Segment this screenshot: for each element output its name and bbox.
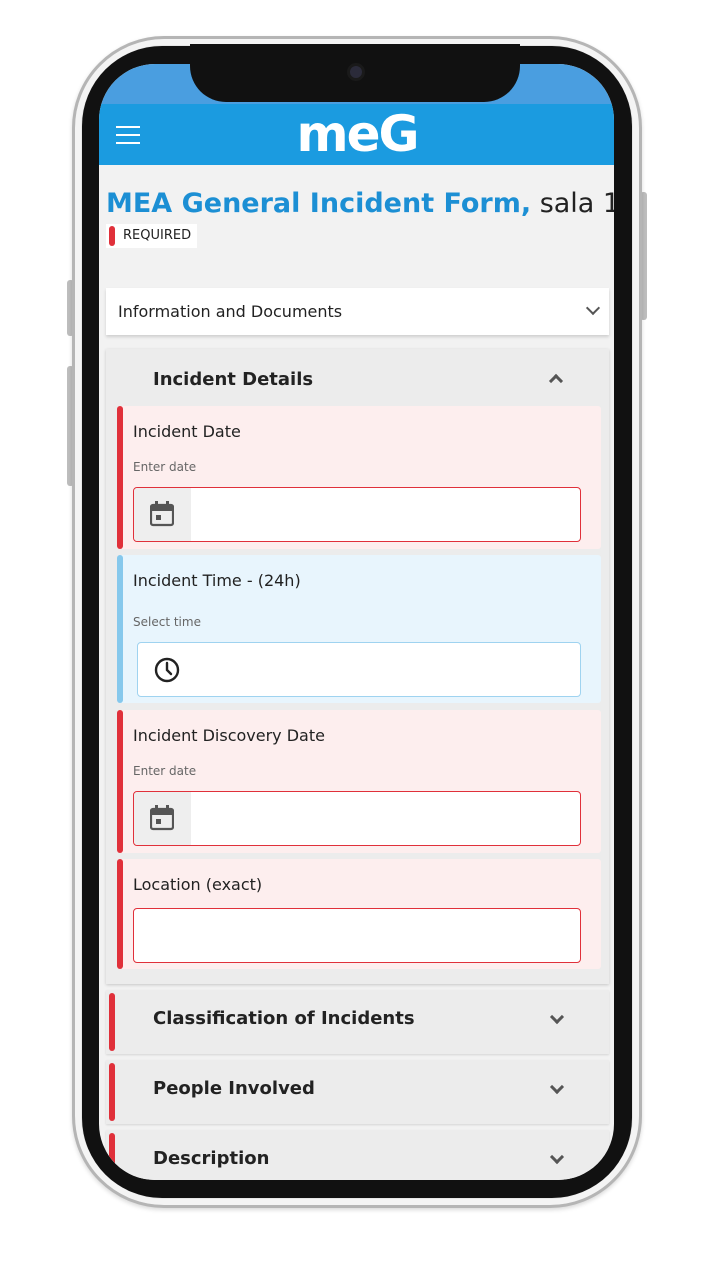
meg-logo: meG [296, 105, 419, 163]
chevron-down-icon [549, 1009, 565, 1025]
incident-discovery-date-input[interactable] [133, 791, 581, 846]
chevron-down-icon [585, 300, 601, 316]
required-stripe [117, 859, 123, 969]
classification-of-incidents-label: Classification of Incidents [153, 1008, 415, 1029]
required-stripe [109, 1063, 115, 1121]
required-stripe [109, 993, 115, 1051]
description-label: Description [153, 1148, 270, 1169]
clock-icon[interactable] [154, 657, 180, 683]
required-legend: REQUIRED [106, 224, 198, 248]
optional-stripe [117, 555, 123, 703]
incident-time-input[interactable] [137, 642, 581, 697]
incident-time-hint: Select time [133, 615, 201, 629]
people-involved-section[interactable]: People Involved [106, 1060, 609, 1124]
incident-time-field: Incident Time - (24h) Select time [117, 555, 601, 703]
incident-discovery-date-hint: Enter date [133, 764, 197, 778]
incident-date-hint: Enter date [133, 460, 197, 474]
location-label: Location (exact) [133, 875, 263, 894]
incident-details-title[interactable]: Incident Details [153, 369, 313, 390]
description-section[interactable]: Description [106, 1130, 609, 1180]
location-field: Location (exact) [117, 859, 601, 969]
chevron-down-icon [549, 1149, 565, 1165]
front-camera [347, 63, 365, 81]
form-subtitle: sala 1 [531, 188, 614, 219]
required-label: REQUIRED [123, 228, 192, 243]
form-title: MEA General Incident Form, [106, 188, 532, 219]
information-documents-label: Information and Documents [118, 302, 343, 321]
hamburger-menu-icon[interactable] [116, 126, 140, 144]
phone-screen: meG MEA General Incident Form, sala 1 RE… [99, 64, 614, 1180]
incident-date-label: Incident Date [133, 422, 241, 441]
required-stripe [117, 406, 123, 549]
page-title: MEA General Incident Form, sala 1 [106, 186, 614, 222]
calendar-button[interactable] [134, 488, 191, 541]
required-stripe [109, 1133, 115, 1180]
incident-date-field: Incident Date Enter date [117, 406, 601, 549]
incident-date-input[interactable] [133, 487, 581, 542]
incident-time-label: Incident Time - (24h) [133, 571, 301, 590]
calendar-icon [150, 501, 174, 527]
calendar-button[interactable] [134, 792, 191, 845]
people-involved-label: People Involved [153, 1078, 315, 1099]
incident-discovery-date-label: Incident Discovery Date [133, 726, 325, 745]
chevron-down-icon [549, 1079, 565, 1095]
classification-of-incidents-section[interactable]: Classification of Incidents [106, 990, 609, 1054]
information-documents-accordion[interactable]: Information and Documents [106, 288, 609, 335]
calendar-icon [150, 805, 174, 831]
required-stripe [117, 710, 123, 853]
location-input[interactable] [133, 908, 581, 963]
required-marker [109, 226, 115, 246]
incident-discovery-date-field: Incident Discovery Date Enter date [117, 710, 601, 853]
